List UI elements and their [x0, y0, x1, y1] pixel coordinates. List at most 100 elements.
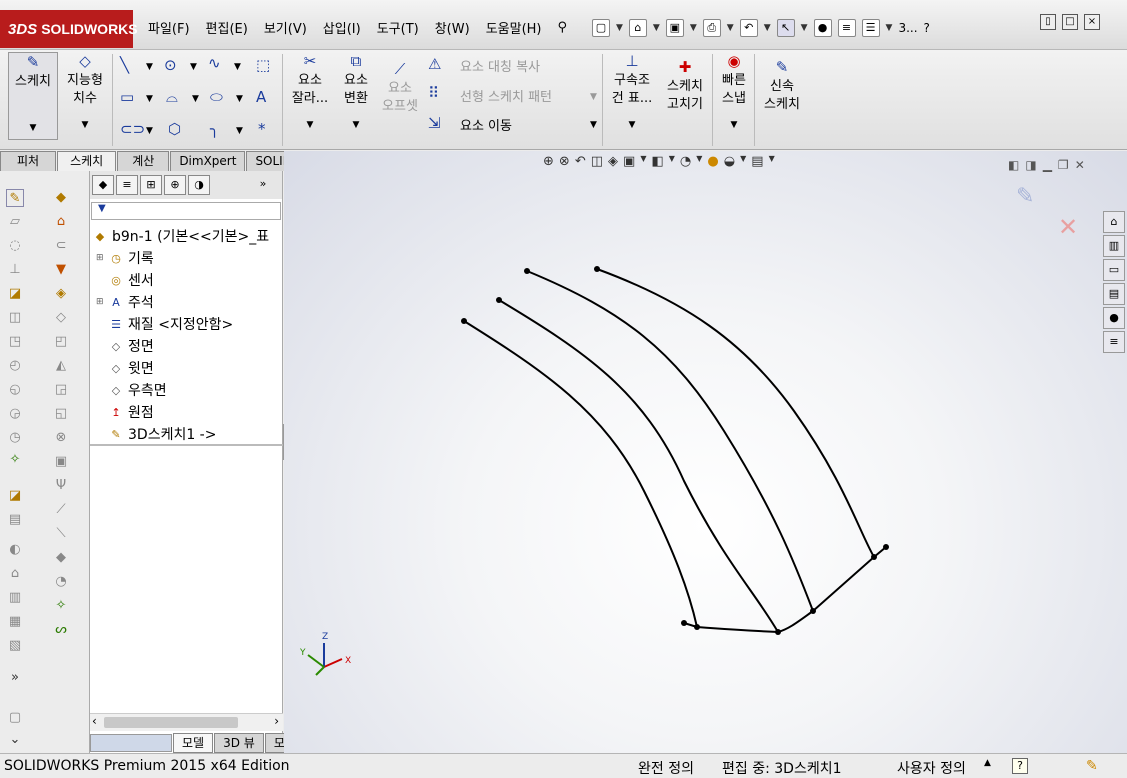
- tree-horizontal-scrollbar[interactable]: ‹ ›: [90, 713, 283, 731]
- cut-revolve-icon[interactable]: ◴: [6, 357, 24, 375]
- previous-view-icon[interactable]: ↶: [575, 154, 586, 169]
- view-settings-icon[interactable]: ▤: [751, 154, 763, 169]
- scale-icon[interactable]: ◭: [52, 357, 70, 375]
- hide-show-items-icon[interactable]: ◔: [680, 154, 691, 169]
- line-icon[interactable]: ╲: [120, 56, 129, 74]
- rebuild-status-icon[interactable]: ✎: [1086, 758, 1098, 774]
- tree-item-top-plane[interactable]: ◇ 윗면: [96, 358, 154, 378]
- dynamic-annotation-icon[interactable]: ◈: [608, 154, 618, 169]
- tree-filter[interactable]: ▼: [91, 202, 281, 220]
- point-icon[interactable]: *: [258, 120, 266, 138]
- ellipse-icon[interactable]: ⬭: [210, 88, 223, 106]
- dropdown-icon[interactable]: ▼: [146, 94, 153, 104]
- fillet-icon[interactable]: ◆: [52, 189, 70, 207]
- dropdown-icon[interactable]: ▼: [62, 116, 108, 134]
- menu-tools[interactable]: 도구(T): [369, 18, 427, 37]
- edit-appearance-icon[interactable]: ●: [707, 154, 718, 169]
- dropdown-icon[interactable]: ▼: [764, 23, 771, 33]
- design-library-icon[interactable]: ▥: [1103, 235, 1125, 257]
- tab-features[interactable]: 피처: [0, 151, 57, 171]
- menu-window[interactable]: 창(W): [427, 18, 478, 37]
- appearances-icon[interactable]: ●: [1103, 307, 1125, 329]
- help-icon[interactable]: ?: [1012, 758, 1028, 774]
- chevron-down-icon[interactable]: ⌄: [6, 731, 24, 749]
- boundary-icon[interactable]: ◫: [6, 309, 24, 327]
- menu-file[interactable]: 파일(F): [140, 18, 198, 37]
- view-palette-icon[interactable]: ▤: [1103, 283, 1125, 305]
- convert-entities-button[interactable]: ⧉ 요소 변환 ▼: [336, 52, 376, 134]
- polygon-icon[interactable]: ⬡: [168, 120, 181, 138]
- slot-tool-icon[interactable]: ⊂⊃: [120, 120, 145, 138]
- dropdown-icon[interactable]: ▼: [190, 62, 197, 72]
- dropdown-icon[interactable]: ▼: [727, 23, 734, 33]
- zoom-to-fit-icon[interactable]: ⊕: [543, 154, 554, 169]
- property-manager-tab-icon[interactable]: ≡: [116, 175, 138, 195]
- wrap-feature-icon[interactable]: ◔: [52, 573, 70, 591]
- cut-loft-icon[interactable]: ◶: [6, 405, 24, 423]
- dropdown-icon[interactable]: ▼: [886, 23, 893, 33]
- expand-panel-icon[interactable]: »: [252, 175, 274, 195]
- maximize-icon[interactable]: □: [1062, 14, 1078, 30]
- section-view-icon[interactable]: ◫: [591, 154, 603, 169]
- tree-item-origin[interactable]: ↥ 원점: [96, 402, 153, 422]
- tab-3d-views[interactable]: 3D 뷰: [214, 733, 264, 753]
- mirror-icon[interactable]: ⚠: [428, 55, 441, 73]
- hole-icon[interactable]: ⊂: [52, 237, 70, 255]
- viewport-split-icon[interactable]: ◧: [1008, 158, 1019, 172]
- circle-icon[interactable]: ⊙: [164, 56, 177, 74]
- dropdown-icon[interactable]: ▼: [740, 154, 746, 169]
- loft-icon[interactable]: ◪: [6, 285, 24, 303]
- menu-insert[interactable]: 삽입(I): [315, 18, 369, 37]
- dropdown-icon[interactable]: ▼: [336, 116, 376, 134]
- dropdown-icon[interactable]: ▼: [234, 62, 241, 72]
- viewport-link-icon[interactable]: ◨: [1025, 158, 1036, 172]
- dropdown-icon[interactable]: ▼: [590, 120, 597, 130]
- scrollbar-thumb[interactable]: [104, 717, 238, 728]
- deform-icon[interactable]: ◆: [52, 549, 70, 567]
- new-icon[interactable]: ▢: [592, 19, 610, 37]
- quick-snaps-button[interactable]: ◉ 빠른 스냅 ▼: [716, 52, 752, 134]
- freeform-icon[interactable]: Ψ: [52, 477, 70, 495]
- dropdown-icon[interactable]: ▼: [696, 154, 702, 169]
- spline-icon[interactable]: ∿: [208, 54, 221, 72]
- custom-properties-icon[interactable]: ≡: [1103, 331, 1125, 353]
- graphics-area[interactable]: X Z Y ✎ ✕: [284, 151, 1127, 754]
- curve-through-points-icon[interactable]: ᔕ: [52, 621, 70, 639]
- dropdown-icon[interactable]: ▼: [146, 126, 153, 136]
- dropdown-icon[interactable]: ▼: [146, 62, 153, 72]
- viewport-close-icon[interactable]: ✕: [1075, 158, 1085, 172]
- dropdown-icon[interactable]: ▼: [290, 116, 330, 134]
- text-icon[interactable]: A: [256, 88, 266, 106]
- help-search-icon[interactable]: ?: [924, 21, 930, 35]
- viewport-restore-icon[interactable]: ❐: [1058, 158, 1069, 172]
- move-entities-button[interactable]: 요소 이동: [460, 115, 512, 134]
- tree-item-3d-sketch[interactable]: ✎ 3D스케치1 ->: [96, 424, 216, 444]
- display-relations-button[interactable]: ⊥ 구속조 건 표... ▼: [608, 52, 656, 134]
- tree-item-sensors[interactable]: ◎ 센서: [96, 270, 154, 290]
- dropdown-icon[interactable]: ▼: [192, 94, 199, 104]
- indent-icon[interactable]: ⟍: [52, 525, 70, 543]
- viewport-minimize-icon[interactable]: ▁: [1043, 158, 1052, 172]
- dropdown-icon[interactable]: ▼: [236, 126, 243, 136]
- delete-face-icon[interactable]: ⊗: [52, 429, 70, 447]
- dropdown-icon[interactable]: ▼: [669, 154, 675, 169]
- slot-icon[interactable]: ⌓: [166, 88, 178, 106]
- expand-icon[interactable]: »: [6, 669, 24, 687]
- dropdown-icon[interactable]: ▲: [984, 758, 991, 768]
- tab-sketch[interactable]: 스케치: [57, 151, 117, 171]
- instant3d-icon[interactable]: ▤: [6, 511, 24, 529]
- fillet-icon[interactable]: ╮: [210, 120, 219, 138]
- split-icon[interactable]: ◱: [52, 405, 70, 423]
- dropdown-icon[interactable]: ▼: [236, 94, 243, 104]
- menu-help[interactable]: 도움말(H): [478, 18, 550, 37]
- plane-icon[interactable]: ⬚: [256, 56, 270, 74]
- linear-pattern-feature-icon[interactable]: ▼: [52, 261, 70, 279]
- intersect-icon[interactable]: ▧: [6, 637, 24, 655]
- save-icon[interactable]: ▣: [665, 19, 684, 37]
- tree-item-history[interactable]: ⊞ ◷ 기록: [96, 248, 154, 268]
- cut-sweep-icon[interactable]: ◵: [6, 381, 24, 399]
- cut-icon[interactable]: ◳: [6, 333, 24, 351]
- dropdown-icon[interactable]: ▼: [640, 154, 646, 169]
- shell-icon[interactable]: ◐: [6, 541, 24, 559]
- repair-sketch-button[interactable]: ✚ 스케치 고치기: [662, 58, 708, 114]
